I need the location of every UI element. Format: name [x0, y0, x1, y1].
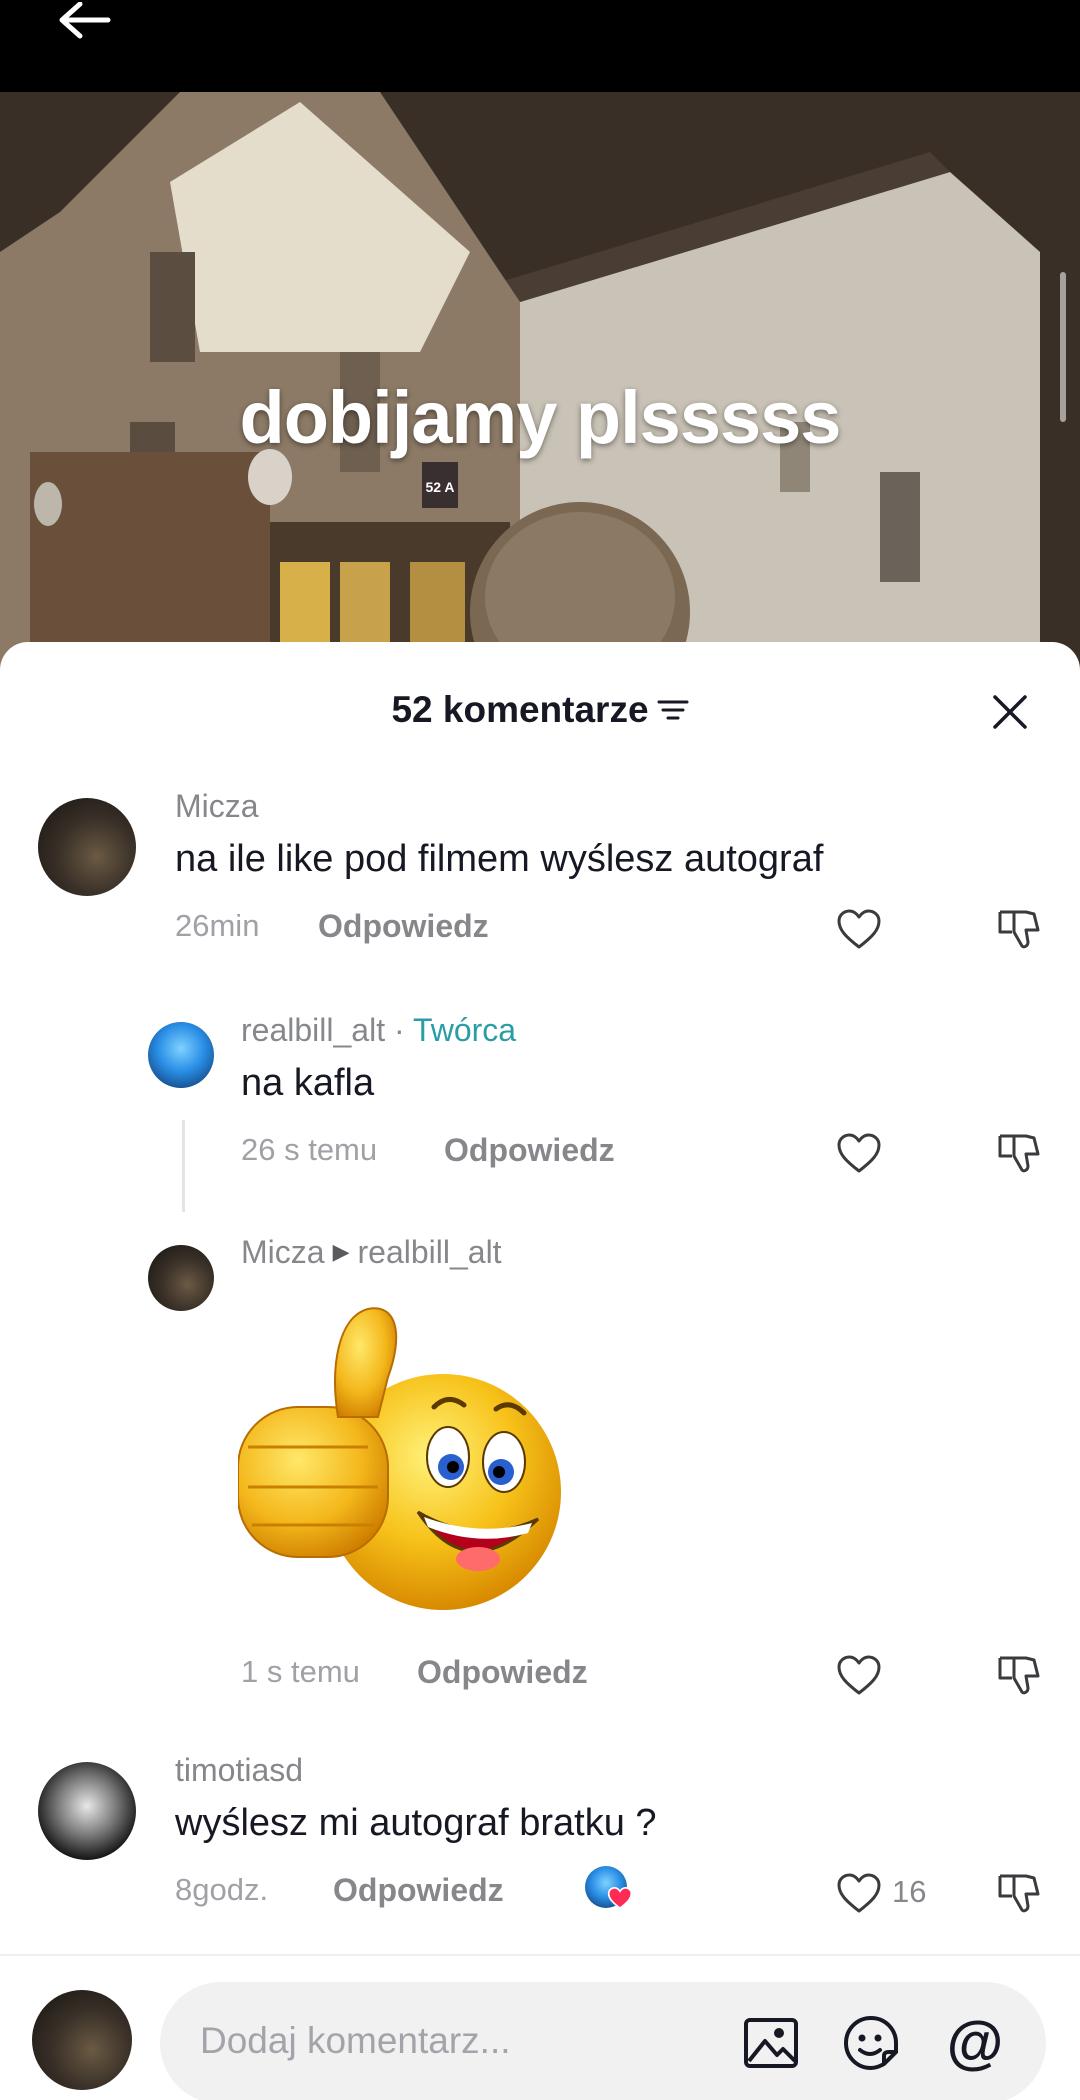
like-button[interactable] — [834, 904, 884, 954]
house-number-sign: 52 A — [425, 479, 454, 495]
thumbs-up-emoji-sticker[interactable] — [238, 1297, 578, 1617]
heart-icon — [837, 1655, 881, 1695]
creator-badge: Twórca — [412, 1012, 517, 1048]
close-button[interactable] — [980, 682, 1040, 742]
avatar[interactable] — [38, 1762, 136, 1860]
video-scroll-indicator — [1060, 272, 1066, 422]
comment-username[interactable]: realbill_alt — [241, 1012, 385, 1048]
video-caption: dobijamy plsssss — [239, 376, 842, 459]
thumbs-down-icon — [998, 1134, 1040, 1173]
reply-to-username[interactable]: realbill_alt — [357, 1234, 501, 1270]
thumbs-down-icon — [998, 910, 1040, 949]
emoji-button[interactable] — [840, 2012, 902, 2074]
mention-button[interactable]: @ — [944, 2012, 1006, 2074]
avatar[interactable] — [38, 798, 136, 896]
thumbs-down-icon — [998, 1874, 1040, 1913]
dislike-button[interactable] — [994, 904, 1044, 954]
comment-time: 26min — [175, 908, 260, 943]
arrow-left-icon — [59, 2, 111, 39]
at-icon: @ — [946, 2010, 1004, 2075]
heart-filled-icon — [607, 1886, 633, 1910]
back-button[interactable] — [54, 0, 114, 44]
heart-icon — [837, 1873, 881, 1913]
thread-line — [182, 1120, 185, 1212]
image-button[interactable] — [740, 2012, 802, 2074]
like-button[interactable] — [834, 1128, 884, 1178]
thumbs-down-icon — [998, 1656, 1040, 1695]
comments-header: 52 komentarze — [0, 680, 1080, 740]
reply-to-arrow-icon: ▶ — [332, 1239, 350, 1264]
comment-input-placeholder: Dodaj komentarz... — [200, 2020, 511, 2061]
heart-icon — [837, 909, 881, 949]
comment-time: 1 s temu — [241, 1654, 360, 1689]
reply-button[interactable]: Odpowiedz — [333, 1872, 504, 1909]
dislike-button[interactable] — [994, 1128, 1044, 1178]
comment-time: 8godz. — [175, 1872, 269, 1907]
comment-username-line: Micza ▶ realbill_alt — [241, 1234, 502, 1271]
comment-text: wyślesz mi autograf bratku ? — [175, 1802, 657, 1844]
creator-liked-badge — [585, 1866, 633, 1912]
avatar[interactable] — [148, 1245, 214, 1311]
reply-button[interactable]: Odpowiedz — [318, 908, 489, 945]
comment-time: 26 s temu — [241, 1132, 378, 1167]
comment-username[interactable]: Micza — [241, 1234, 325, 1270]
username-separator: · — [385, 1012, 413, 1048]
comments-count-title: 52 komentarze — [391, 689, 649, 730]
like-count: 16 — [892, 1874, 927, 1909]
top-bar — [0, 0, 1080, 92]
image-icon — [744, 2018, 798, 2068]
like-button[interactable] — [834, 1868, 884, 1918]
comment-text: na ile like pod filmem wyślesz autograf — [175, 838, 824, 880]
comment-username[interactable]: timotiasd — [175, 1752, 303, 1789]
comment-input[interactable]: Dodaj komentarz... @ — [160, 1982, 1046, 2100]
comment-username-line: realbill_alt · Twórca — [241, 1012, 516, 1049]
comment-text: na kafla — [241, 1062, 375, 1104]
close-icon — [993, 695, 1027, 729]
comment-composer: Dodaj komentarz... @ — [0, 1954, 1080, 2100]
dislike-button[interactable] — [994, 1868, 1044, 1918]
comment-username[interactable]: Micza — [175, 788, 259, 825]
like-button[interactable] — [834, 1650, 884, 1700]
avatar[interactable] — [148, 1022, 214, 1088]
emoji-icon — [843, 2015, 899, 2071]
heart-icon — [837, 1133, 881, 1173]
video-background[interactable]: 52 A dobijamy plsssss — [0, 92, 1080, 692]
sort-icon[interactable] — [657, 697, 689, 723]
dislike-button[interactable] — [994, 1650, 1044, 1700]
comments-sheet: 52 komentarze Micza na ile like pod film… — [0, 642, 1080, 2100]
reply-button[interactable]: Odpowiedz — [444, 1132, 615, 1169]
avatar[interactable] — [32, 1990, 132, 2090]
reply-button[interactable]: Odpowiedz — [417, 1654, 588, 1691]
